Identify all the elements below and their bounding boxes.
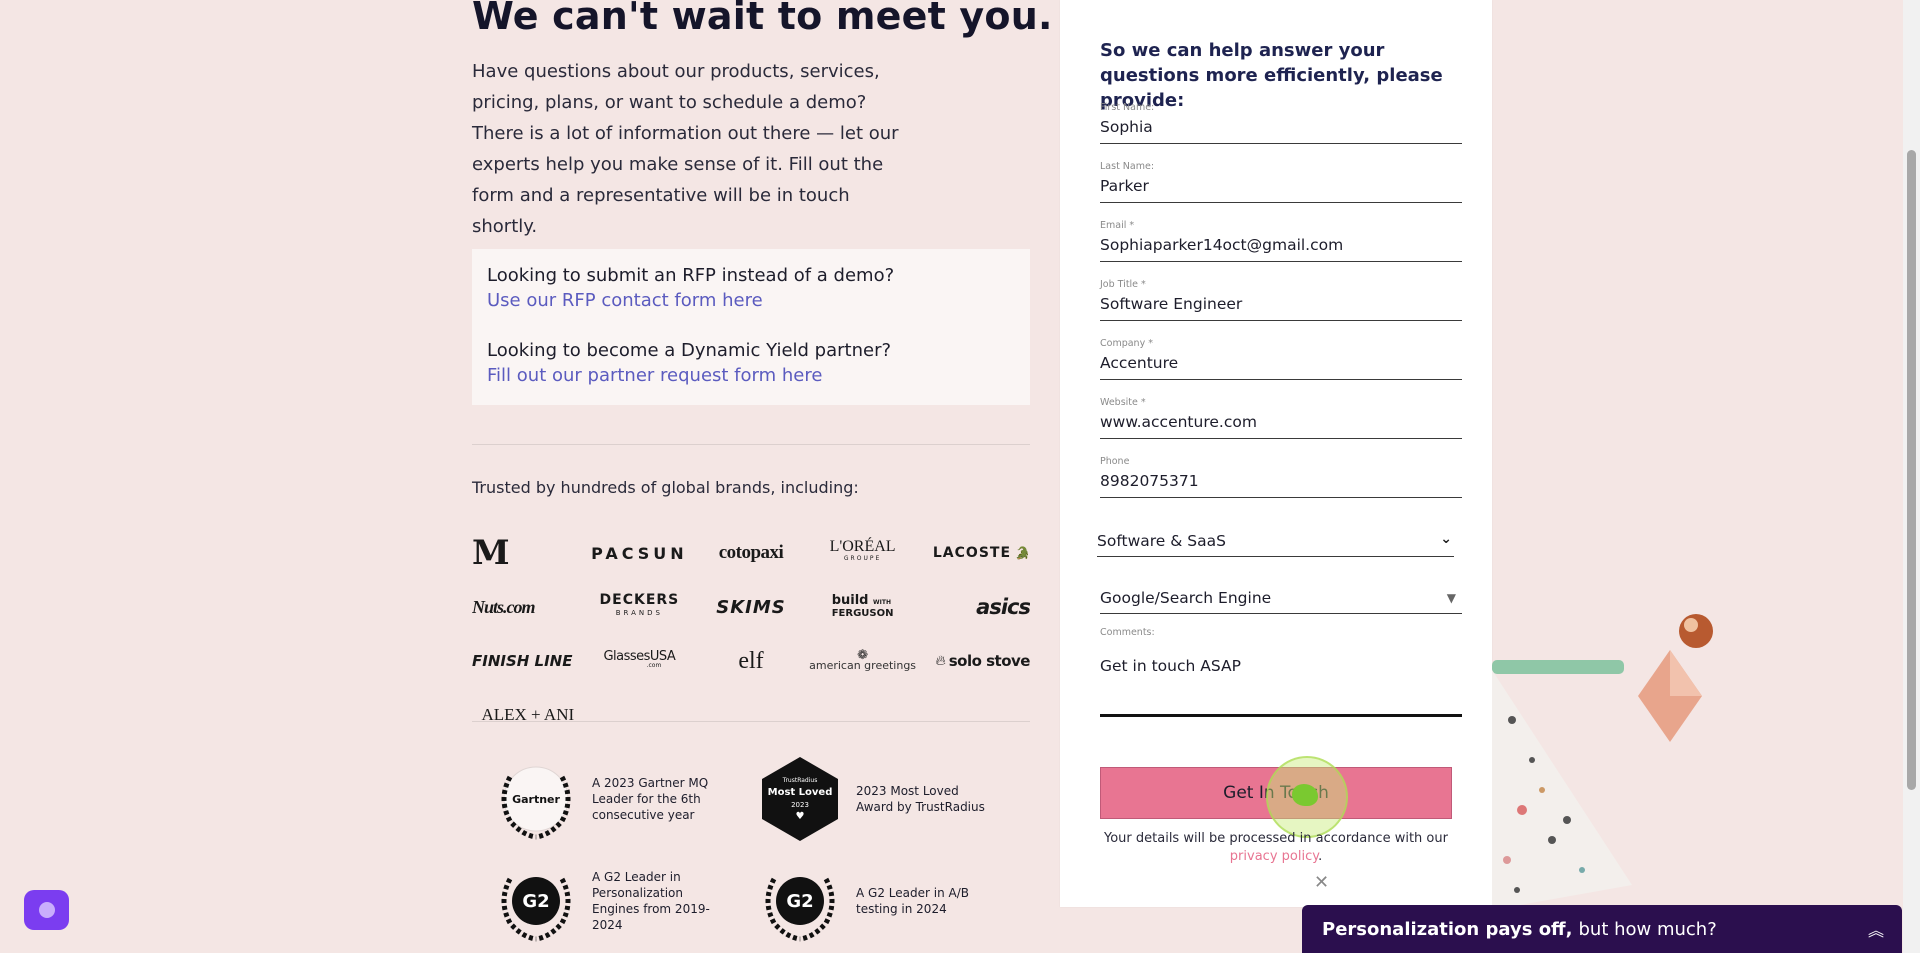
industry-value: Software & SaaS	[1097, 532, 1226, 550]
logo-loreal: L'ORÉAL GROUPE	[829, 538, 896, 563]
logo-alex-ani: ALEX + ANI	[481, 705, 575, 724]
company-field[interactable]: Company * Accenture	[1100, 338, 1462, 380]
award-trustradius: TrustRadius Most Loved 2023 ♥ 2023 Most …	[756, 755, 986, 843]
scrollbar[interactable]	[1903, 0, 1920, 953]
chat-launcher-button[interactable]	[24, 890, 69, 930]
last-name-field[interactable]: Last Name: Parker	[1100, 161, 1462, 203]
divider	[472, 721, 1030, 722]
divider	[472, 444, 1030, 445]
company-label: Company *	[1100, 338, 1153, 349]
heart-icon: ♥	[795, 811, 805, 822]
phone-field[interactable]: Phone 8982075371	[1100, 456, 1462, 498]
email-label: Email *	[1100, 220, 1135, 231]
close-icon[interactable]: ✕	[1314, 872, 1329, 893]
last-name-input[interactable]: Parker	[1100, 177, 1149, 195]
award-gartner: Gartner A 2023 Gartner MQ Leader for the…	[492, 755, 722, 843]
first-name-field[interactable]: First Name: Sophia	[1100, 102, 1462, 144]
logo-mcdonalds: M	[472, 536, 510, 570]
hero-description: Have questions about our products, servi…	[472, 61, 899, 237]
info-box: Looking to submit an RFP instead of a de…	[472, 249, 1030, 405]
logo-skims: SKIMS	[716, 596, 786, 618]
logo-build-ferguson: build WITH FERGUSON	[831, 593, 894, 619]
laurel-badge: Gartner	[492, 755, 580, 843]
promo-rest: but how much?	[1578, 918, 1717, 940]
caret-down-icon: ▼	[1446, 591, 1456, 605]
partner-link[interactable]: Fill out our partner request form here	[487, 363, 1015, 388]
privacy-notice: Your details will be processed in accord…	[1104, 831, 1448, 864]
company-input[interactable]: Accenture	[1100, 354, 1178, 372]
double-chevron-up-icon[interactable]: ︽	[1868, 917, 1884, 941]
website-label: Website *	[1100, 397, 1146, 408]
email-field[interactable]: Email * Sophiaparker14oct@gmail.com	[1100, 220, 1462, 262]
logo-nuts: Nuts.com	[472, 596, 536, 617]
phone-label: Phone	[1100, 456, 1130, 467]
chevron-down-icon: ⌄	[1440, 531, 1452, 547]
phone-input[interactable]: 8982075371	[1100, 472, 1199, 490]
first-name-input[interactable]: Sophia	[1100, 118, 1153, 136]
partner-question: Looking to become a Dynamic Yield partne…	[487, 340, 892, 361]
job-title-input[interactable]: Software Engineer	[1100, 295, 1242, 313]
logo-lacoste: LACOSTE 🐊	[932, 545, 1030, 561]
source-value: Google/Search Engine	[1100, 589, 1272, 607]
logo-elf: elf	[738, 647, 764, 674]
comments-field[interactable]: Comments: Get in touch ASAP	[1100, 627, 1462, 717]
logo-pacsun: PACSUN	[591, 543, 688, 563]
industry-select[interactable]: Software & SaaS ⌄	[1097, 525, 1454, 557]
logo-deckers: DECKERS BRANDS	[599, 592, 680, 617]
last-name-label: Last Name:	[1100, 161, 1155, 172]
decorative-illustration	[1492, 614, 1713, 910]
rfp-link[interactable]: Use our RFP contact form here	[487, 288, 1015, 313]
logo-cotopaxi: cotopaxi	[718, 542, 784, 563]
logo-asics: asics	[976, 595, 1030, 619]
crocodile-icon: 🐊	[1015, 546, 1030, 560]
trusted-label: Trusted by hundreds of global brands, in…	[472, 478, 859, 497]
comments-label: Comments:	[1100, 627, 1155, 638]
promo-banner[interactable]: Personalization pays off, but how much? …	[1302, 905, 1902, 953]
page-title: We can't wait to meet you.	[472, 0, 1053, 38]
website-field[interactable]: Website * www.accenture.com	[1100, 397, 1462, 439]
privacy-policy-link[interactable]: privacy policy	[1230, 849, 1318, 864]
job-title-field[interactable]: Job Title * Software Engineer	[1100, 279, 1462, 321]
email-input[interactable]: Sophiaparker14oct@gmail.com	[1100, 236, 1343, 254]
flame-icon: 🔥︎	[935, 653, 946, 669]
get-in-touch-button[interactable]: Get In Touch	[1100, 767, 1452, 819]
website-input[interactable]: www.accenture.com	[1100, 413, 1257, 431]
logo-glassesusa: GlassesUSA .com	[603, 649, 676, 669]
brand-logos: M PACSUN cotopaxi L'ORÉAL GROUPE LACOSTE…	[472, 536, 1030, 732]
logo-american-greetings: ❁ american greetings	[809, 648, 917, 672]
comments-input[interactable]: Get in touch ASAP	[1100, 657, 1241, 675]
award-g2-ab-testing: G2 A G2 Leader in A/B testing in 2024	[756, 857, 986, 945]
trustradius-badge: TrustRadius Most Loved 2023 ♥	[756, 755, 844, 843]
laurel-badge: G2	[756, 857, 844, 945]
source-select[interactable]: Google/Search Engine ▼	[1100, 582, 1462, 614]
logo-solo-stove: 🔥︎ solo stove	[935, 652, 1030, 670]
logo-finish-line: FINISH LINE	[472, 652, 573, 670]
chat-icon	[38, 902, 55, 918]
first-name-label: First Name:	[1100, 102, 1155, 113]
scrollbar-thumb[interactable]	[1907, 150, 1916, 790]
rfp-question: Looking to submit an RFP instead of a de…	[487, 265, 895, 286]
laurel-badge: G2	[492, 857, 580, 945]
promo-strong: Personalization pays off,	[1322, 918, 1573, 940]
award-g2-personalization: G2 A G2 Leader in Personalization Engine…	[492, 857, 722, 945]
job-title-label: Job Title *	[1100, 279, 1146, 290]
